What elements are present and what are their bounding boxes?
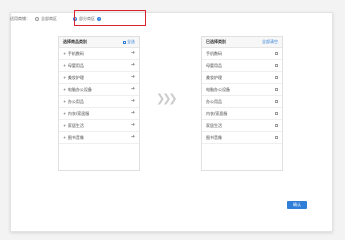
- list-item-label: 图书音像: [206, 134, 222, 140]
- plus-icon: +: [63, 87, 67, 92]
- list-item: 美妆护理: [202, 72, 282, 84]
- list-item: 手机数码: [202, 48, 282, 60]
- list-item-label-wrap: + 手机数码: [63, 51, 84, 57]
- list-item[interactable]: + 家居生活 ➜: [59, 120, 139, 132]
- source-panel-header: 选择商品类别 全选: [59, 37, 139, 48]
- list-item[interactable]: + 电脑办公设备 ➜: [59, 84, 139, 96]
- list-item-label: 美妆护理: [206, 74, 222, 80]
- list-item[interactable]: + 母婴用品 ➜: [59, 60, 139, 72]
- checkbox-icon[interactable]: [123, 40, 126, 44]
- list-item[interactable]: + 美妆护理 ➜: [59, 72, 139, 84]
- list-item-label: 家居生活: [67, 122, 84, 128]
- list-item[interactable]: + 手机数码 ➜: [59, 48, 139, 60]
- clear-all-button[interactable]: 全部清空: [262, 39, 278, 45]
- plus-icon: +: [63, 51, 67, 56]
- plus-icon: +: [63, 75, 67, 80]
- list-item-label: 内衣/家居服: [206, 110, 228, 116]
- arrow-right-icon[interactable]: ➜: [131, 111, 135, 116]
- list-item: 内衣/家居服: [202, 108, 282, 120]
- trash-icon[interactable]: [275, 135, 278, 140]
- trash-icon[interactable]: [275, 51, 278, 56]
- list-item-label-wrap: + 美妆护理: [63, 75, 84, 81]
- list-item-label-wrap: + 图书音像: [63, 135, 84, 141]
- list-item-label: 母婴用品: [206, 62, 222, 68]
- scope-option-all-label: 全部商区: [41, 16, 57, 21]
- trash-icon[interactable]: [275, 99, 278, 104]
- arrow-right-icon[interactable]: ➜: [131, 75, 135, 80]
- list-item-label: 美妆护理: [67, 74, 84, 80]
- list-item-label: 电脑办公设备: [67, 86, 92, 92]
- select-all-label: 全选: [127, 39, 135, 44]
- list-item[interactable]: + 内衣/家居服 ➜: [59, 108, 139, 120]
- list-item-label-wrap: + 办公用品: [63, 99, 84, 105]
- transfer-chevrons-icon: ❯❯❯: [156, 92, 178, 105]
- list-item-label: 手机数码: [206, 50, 222, 56]
- arrow-right-icon[interactable]: ➜: [131, 87, 135, 92]
- list-item-label-wrap: + 电脑办公设备: [63, 87, 92, 93]
- plus-icon: +: [63, 111, 67, 116]
- list-item-label-wrap: + 家居生活: [63, 123, 84, 129]
- scope-option-all[interactable]: 全部商区: [35, 16, 57, 22]
- arrow-right-icon[interactable]: ➜: [131, 135, 135, 140]
- list-item-label: 手机数码: [67, 50, 84, 56]
- category-selected-panel: 已选择类别 全部清空 手机数码母婴用品美妆护理电脑办公设备 办公用品内衣/家居服家…: [201, 36, 283, 171]
- plus-icon: +: [63, 63, 67, 68]
- list-item-label-wrap: + 母婴用品: [63, 63, 84, 69]
- trash-icon[interactable]: [275, 111, 278, 116]
- list-item: 办公用品: [202, 96, 282, 108]
- list-item-label: 图书音像: [67, 134, 84, 140]
- list-item: 电脑办公设备: [202, 84, 282, 96]
- plus-icon: +: [63, 99, 67, 104]
- list-item: 图书音像: [202, 132, 282, 144]
- category-source-panel: 选择商品类别 全选 + 手机数码 ➜ + 母婴用品 ➜ + 美妆护理 ➜ + 电脑办公设备 ➜ + 办公用…: [58, 36, 140, 171]
- list-item-label: 内衣/家居服: [67, 110, 90, 116]
- arrow-right-icon[interactable]: ➜: [131, 63, 135, 68]
- arrow-right-icon[interactable]: ➜: [131, 123, 135, 128]
- plus-icon: +: [63, 123, 67, 128]
- trash-icon[interactable]: [275, 87, 278, 92]
- list-item-label: 电脑办公设备: [206, 86, 230, 92]
- source-panel-title: 选择商品类别: [63, 39, 87, 44]
- select-all-button[interactable]: 全选: [123, 39, 135, 45]
- list-item[interactable]: + 图书音像 ➜: [59, 132, 139, 144]
- confirm-button[interactable]: 确认: [287, 201, 307, 209]
- source-list: + 手机数码 ➜ + 母婴用品 ➜ + 美妆护理 ➜ + 电脑办公设备 ➜ + 办公用品 ➜ + 内衣/家居服 ➜…: [59, 48, 139, 144]
- arrow-right-icon[interactable]: ➜: [131, 51, 135, 56]
- selected-panel-header: 已选择类别 全部清空: [202, 37, 282, 48]
- list-item-label: 办公用品: [206, 98, 222, 104]
- trash-icon[interactable]: [275, 75, 278, 80]
- list-item-label: 母婴用品: [67, 62, 84, 68]
- list-item: 家居生活: [202, 120, 282, 132]
- selected-list: 手机数码母婴用品美妆护理电脑办公设备 办公用品内衣/家居服 家居生活图书音像: [202, 48, 282, 144]
- list-item[interactable]: + 办公用品 ➜: [59, 96, 139, 108]
- radio-icon[interactable]: [35, 17, 39, 21]
- trash-icon[interactable]: [275, 123, 278, 128]
- arrow-right-icon[interactable]: ➜: [131, 99, 135, 104]
- list-item: 母婴用品: [202, 60, 282, 72]
- list-item-label: 家居生活: [206, 122, 222, 128]
- list-item-label: 办公用品: [67, 98, 84, 104]
- plus-icon: +: [63, 135, 67, 140]
- highlight-box: [74, 10, 146, 26]
- scope-label: 适用商铺：: [10, 16, 30, 21]
- selected-panel-title: 已选择类别: [206, 39, 226, 44]
- list-item-label-wrap: + 内衣/家居服: [63, 111, 89, 117]
- trash-icon[interactable]: [275, 63, 278, 68]
